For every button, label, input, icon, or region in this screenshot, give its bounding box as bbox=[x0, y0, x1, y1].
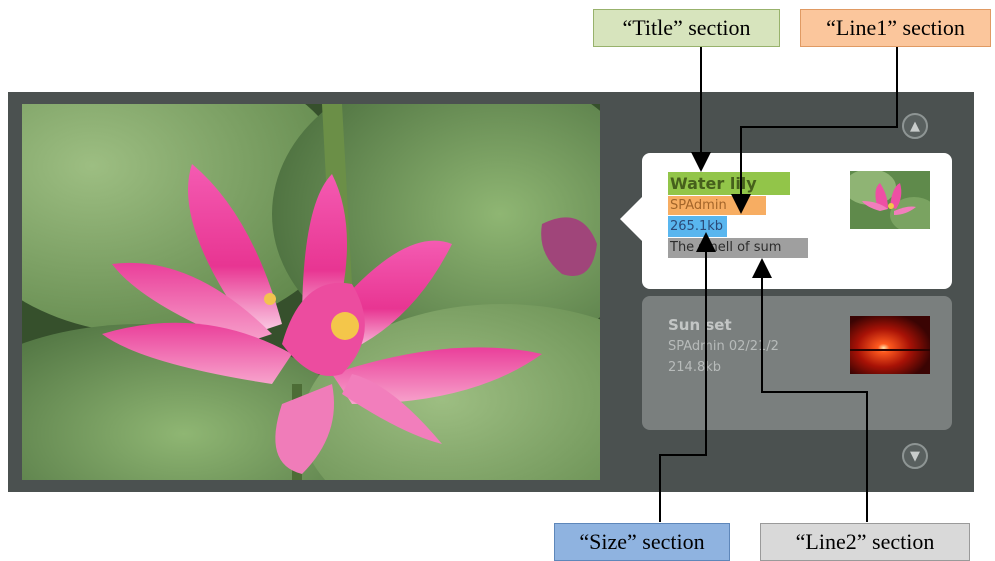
chevron-down-circle-icon[interactable]: ▼ bbox=[902, 443, 928, 469]
line2-section-callout: “Line2” section bbox=[760, 523, 970, 561]
slide-item[interactable]: Sun set SPAdmin 02/21/2 214.8kb bbox=[642, 296, 952, 430]
image-slider: ▲ ▼ Water lily SPAdmin 265.1kb The smell… bbox=[8, 92, 974, 492]
item-line1: SPAdmin bbox=[668, 196, 766, 215]
line1-section-callout: “Line1” section bbox=[800, 9, 991, 47]
item-size: 265.1kb bbox=[668, 216, 727, 237]
size-section-callout: “Size” section bbox=[554, 523, 730, 561]
title-section-callout: “Title” section bbox=[593, 9, 780, 47]
water-lily-thumbnail[interactable] bbox=[850, 171, 930, 229]
item-title: Water lily bbox=[668, 172, 790, 195]
item-size: 214.8kb bbox=[668, 360, 721, 375]
main-image-water-lily[interactable] bbox=[22, 104, 600, 480]
chevron-up-circle-icon[interactable]: ▲ bbox=[902, 113, 928, 139]
item-title: Sun set bbox=[668, 316, 732, 334]
slide-item-active[interactable]: Water lily SPAdmin 265.1kb The smell of … bbox=[620, 153, 952, 289]
sunset-thumbnail[interactable] bbox=[850, 316, 930, 374]
item-line1: SPAdmin 02/21/2 bbox=[668, 339, 779, 354]
item-line2: The smell of sum bbox=[668, 238, 808, 258]
